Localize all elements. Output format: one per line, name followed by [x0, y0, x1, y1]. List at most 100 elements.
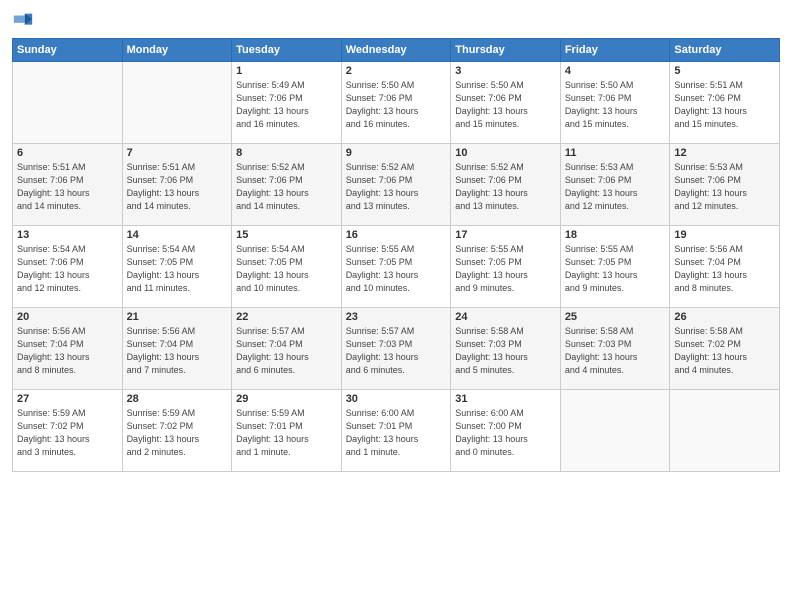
day-detail: Sunrise: 5:50 AM Sunset: 7:06 PM Dayligh…	[346, 79, 447, 131]
calendar-day-cell: 11Sunrise: 5:53 AM Sunset: 7:06 PM Dayli…	[560, 144, 670, 226]
calendar-day-cell: 16 Sunrise: 5:55 AM Sunset: 7:05 PM Dayli…	[341, 226, 451, 308]
day-detail: Sunrise: 6:00 AM Sunset: 7:00 PM Dayligh…	[455, 407, 556, 459]
logo-icon	[12, 10, 34, 32]
calendar-day-cell: 31 Sunrise: 6:00 AM Sunset: 7:00 PM Dayli…	[451, 390, 561, 472]
day-number: 23	[346, 311, 447, 323]
calendar-day-cell: 26 Sunrise: 5:58 AM Sunset: 7:02 PM Dayli…	[670, 308, 780, 390]
day-detail: Sunrise: 5:51 AM Sunset: 7:06 PM Dayligh…	[127, 161, 228, 213]
day-number: 8	[236, 147, 337, 159]
calendar-day-cell: 28Sunrise: 5:59 AM Sunset: 7:02 PM Dayli…	[122, 390, 232, 472]
day-number: 10	[455, 147, 556, 159]
day-detail: Sunrise: 5:58 AM Sunset: 7:03 PM Dayligh…	[455, 325, 556, 377]
calendar-week-row: 6 Sunrise: 5:51 AM Sunset: 7:06 PM Daylig…	[13, 144, 780, 226]
calendar-day-cell	[13, 62, 123, 144]
weekday-header-cell: Monday	[122, 39, 232, 62]
day-number: 6	[17, 147, 118, 159]
day-number: 15	[236, 229, 337, 241]
calendar-day-cell: 19 Sunrise: 5:56 AM Sunset: 7:04 PM Dayli…	[670, 226, 780, 308]
day-detail: Sunrise: 5:55 AM Sunset: 7:05 PM Dayligh…	[455, 243, 556, 295]
calendar-day-cell: 1 Sunrise: 5:49 AM Sunset: 7:06 PM Daylig…	[232, 62, 342, 144]
calendar-day-cell: 17Sunrise: 5:55 AM Sunset: 7:05 PM Dayli…	[451, 226, 561, 308]
calendar-day-cell: 7 Sunrise: 5:51 AM Sunset: 7:06 PM Daylig…	[122, 144, 232, 226]
calendar-day-cell: 30 Sunrise: 6:00 AM Sunset: 7:01 PM Dayli…	[341, 390, 451, 472]
day-number: 26	[674, 311, 775, 323]
calendar-day-cell: 23 Sunrise: 5:57 AM Sunset: 7:03 PM Dayli…	[341, 308, 451, 390]
calendar-day-cell: 13Sunrise: 5:54 AM Sunset: 7:06 PM Dayli…	[13, 226, 123, 308]
calendar-day-cell	[670, 390, 780, 472]
calendar-container: SundayMondayTuesdayWednesdayThursdayFrid…	[0, 0, 792, 480]
day-detail: Sunrise: 5:58 AM Sunset: 7:02 PM Dayligh…	[674, 325, 775, 377]
day-number: 18	[565, 229, 666, 241]
calendar-day-cell	[122, 62, 232, 144]
calendar-day-cell: 15 Sunrise: 5:54 AM Sunset: 7:05 PM Dayli…	[232, 226, 342, 308]
weekday-header-cell: Saturday	[670, 39, 780, 62]
weekday-header-cell: Wednesday	[341, 39, 451, 62]
day-number: 13	[17, 229, 118, 241]
calendar-day-cell: 12 Sunrise: 5:53 AM Sunset: 7:06 PM Dayli…	[670, 144, 780, 226]
day-detail: Sunrise: 5:54 AM Sunset: 7:05 PM Dayligh…	[127, 243, 228, 295]
day-number: 9	[346, 147, 447, 159]
logo	[12, 10, 38, 32]
weekday-header-cell: Friday	[560, 39, 670, 62]
day-number: 29	[236, 393, 337, 405]
day-number: 30	[346, 393, 447, 405]
day-number: 24	[455, 311, 556, 323]
day-detail: Sunrise: 5:53 AM Sunset: 7:06 PM Dayligh…	[674, 161, 775, 213]
calendar-table: SundayMondayTuesdayWednesdayThursdayFrid…	[12, 38, 780, 472]
day-detail: Sunrise: 5:53 AM Sunset: 7:06 PM Dayligh…	[565, 161, 666, 213]
day-detail: Sunrise: 5:55 AM Sunset: 7:05 PM Dayligh…	[346, 243, 447, 295]
day-detail: Sunrise: 5:51 AM Sunset: 7:06 PM Dayligh…	[17, 161, 118, 213]
weekday-header-cell: Sunday	[13, 39, 123, 62]
day-number: 22	[236, 311, 337, 323]
day-detail: Sunrise: 5:54 AM Sunset: 7:05 PM Dayligh…	[236, 243, 337, 295]
day-number: 3	[455, 65, 556, 77]
day-detail: Sunrise: 5:59 AM Sunset: 7:02 PM Dayligh…	[17, 407, 118, 459]
calendar-day-cell: 18 Sunrise: 5:55 AM Sunset: 7:05 PM Dayli…	[560, 226, 670, 308]
day-detail: Sunrise: 5:56 AM Sunset: 7:04 PM Dayligh…	[127, 325, 228, 377]
day-number: 19	[674, 229, 775, 241]
calendar-day-cell: 14 Sunrise: 5:54 AM Sunset: 7:05 PM Dayli…	[122, 226, 232, 308]
calendar-day-cell: 27 Sunrise: 5:59 AM Sunset: 7:02 PM Dayli…	[13, 390, 123, 472]
calendar-week-row: 1 Sunrise: 5:49 AM Sunset: 7:06 PM Daylig…	[13, 62, 780, 144]
day-number: 7	[127, 147, 228, 159]
calendar-day-cell: 6 Sunrise: 5:51 AM Sunset: 7:06 PM Daylig…	[13, 144, 123, 226]
calendar-day-cell: 4Sunrise: 5:50 AM Sunset: 7:06 PM Daylig…	[560, 62, 670, 144]
day-number: 25	[565, 311, 666, 323]
day-number: 31	[455, 393, 556, 405]
day-number: 16	[346, 229, 447, 241]
calendar-body: 1 Sunrise: 5:49 AM Sunset: 7:06 PM Daylig…	[13, 62, 780, 472]
day-number: 20	[17, 311, 118, 323]
calendar-day-cell: 22 Sunrise: 5:57 AM Sunset: 7:04 PM Dayli…	[232, 308, 342, 390]
calendar-day-cell: 29Sunrise: 5:59 AM Sunset: 7:01 PM Dayli…	[232, 390, 342, 472]
calendar-day-cell: 9 Sunrise: 5:52 AM Sunset: 7:06 PM Daylig…	[341, 144, 451, 226]
calendar-day-cell: 2 Sunrise: 5:50 AM Sunset: 7:06 PM Daylig…	[341, 62, 451, 144]
calendar-day-cell: 24 Sunrise: 5:58 AM Sunset: 7:03 PM Dayli…	[451, 308, 561, 390]
calendar-week-row: 13Sunrise: 5:54 AM Sunset: 7:06 PM Dayli…	[13, 226, 780, 308]
day-detail: Sunrise: 5:56 AM Sunset: 7:04 PM Dayligh…	[674, 243, 775, 295]
header-row	[12, 10, 780, 32]
day-number: 5	[674, 65, 775, 77]
day-number: 27	[17, 393, 118, 405]
calendar-week-row: 27 Sunrise: 5:59 AM Sunset: 7:02 PM Dayli…	[13, 390, 780, 472]
day-number: 14	[127, 229, 228, 241]
day-number: 12	[674, 147, 775, 159]
weekday-header-cell: Thursday	[451, 39, 561, 62]
day-detail: Sunrise: 5:50 AM Sunset: 7:06 PM Dayligh…	[455, 79, 556, 131]
day-detail: Sunrise: 5:57 AM Sunset: 7:03 PM Dayligh…	[346, 325, 447, 377]
day-detail: Sunrise: 6:00 AM Sunset: 7:01 PM Dayligh…	[346, 407, 447, 459]
weekday-header-row: SundayMondayTuesdayWednesdayThursdayFrid…	[13, 39, 780, 62]
day-detail: Sunrise: 5:49 AM Sunset: 7:06 PM Dayligh…	[236, 79, 337, 131]
calendar-day-cell: 5 Sunrise: 5:51 AM Sunset: 7:06 PM Daylig…	[670, 62, 780, 144]
day-number: 2	[346, 65, 447, 77]
day-detail: Sunrise: 5:55 AM Sunset: 7:05 PM Dayligh…	[565, 243, 666, 295]
calendar-day-cell: 21 Sunrise: 5:56 AM Sunset: 7:04 PM Dayli…	[122, 308, 232, 390]
day-number: 21	[127, 311, 228, 323]
day-detail: Sunrise: 5:52 AM Sunset: 7:06 PM Dayligh…	[346, 161, 447, 213]
weekday-header-cell: Tuesday	[232, 39, 342, 62]
day-detail: Sunrise: 5:51 AM Sunset: 7:06 PM Dayligh…	[674, 79, 775, 131]
day-detail: Sunrise: 5:57 AM Sunset: 7:04 PM Dayligh…	[236, 325, 337, 377]
calendar-week-row: 20 Sunrise: 5:56 AM Sunset: 7:04 PM Dayli…	[13, 308, 780, 390]
day-detail: Sunrise: 5:52 AM Sunset: 7:06 PM Dayligh…	[236, 161, 337, 213]
day-number: 1	[236, 65, 337, 77]
calendar-day-cell: 10Sunrise: 5:52 AM Sunset: 7:06 PM Dayli…	[451, 144, 561, 226]
